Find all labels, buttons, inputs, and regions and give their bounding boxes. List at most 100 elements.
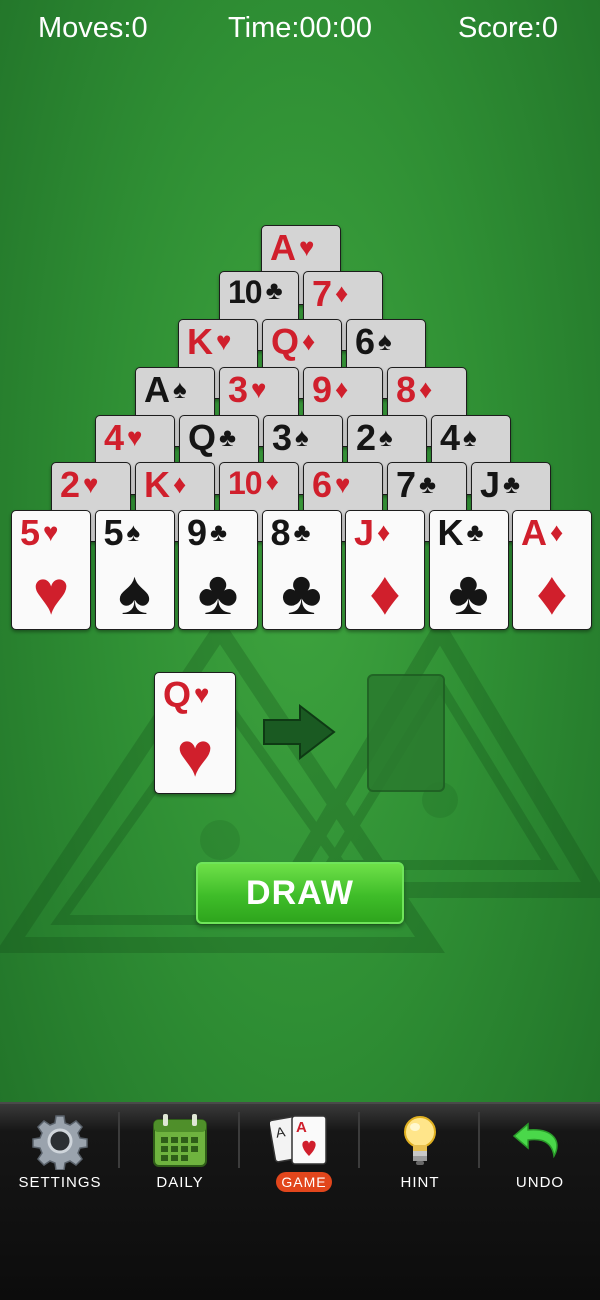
card-corner: 10 ♦	[228, 467, 279, 499]
card-suit: ♥	[299, 232, 314, 262]
card-corner: 2 ♥	[60, 464, 99, 505]
nav-daily-label: DAILY	[156, 1174, 204, 1191]
card-suit: ♥	[216, 326, 231, 356]
card-rank: Q	[271, 321, 299, 362]
card-suit: ♣	[219, 422, 236, 452]
bottom-navigation: SETTINGS DAILY A A GAME HINT UNDO	[0, 1102, 600, 1300]
pyramid-card-open[interactable]: K ♣ ♣	[428, 510, 509, 630]
card-corner: 8 ♦	[396, 369, 432, 410]
card-rank: 6	[355, 321, 375, 362]
nav-settings-label: SETTINGS	[18, 1174, 102, 1191]
card-suit: ♦	[335, 374, 348, 404]
card-corner: 7 ♦	[312, 273, 348, 314]
calendar-icon	[153, 1114, 207, 1167]
card-corner: 4 ♥	[104, 417, 143, 458]
nav-game-label: GAME	[276, 1172, 332, 1192]
card-suit-large: ♦	[369, 559, 401, 628]
card-corner: 10 ♣	[228, 275, 283, 308]
card-suit: ♦	[377, 517, 390, 547]
card-suit: ♠	[173, 374, 187, 404]
card-rank: J	[354, 512, 374, 553]
card-corner: 3 ♥	[228, 369, 267, 410]
card-corner: 3 ♠	[272, 417, 309, 458]
card-suit: ♠	[126, 517, 141, 547]
card-suit: ♦	[335, 278, 348, 308]
nav-undo[interactable]: UNDO	[480, 1108, 600, 1198]
card-rank: 4	[440, 417, 460, 458]
card-rank: 7	[396, 464, 416, 505]
card-corner: Q ♣	[188, 420, 236, 456]
nav-settings[interactable]: SETTINGS	[0, 1108, 120, 1198]
pyramid-card-open[interactable]: 5 ♥ ♥	[11, 510, 91, 630]
card-suit-large: ♠	[118, 559, 151, 628]
card-suit-large: ♥	[32, 559, 70, 628]
card-suit-large: ♣	[197, 559, 239, 628]
pyramid-card-open[interactable]: 9 ♣ ♣	[178, 510, 258, 630]
card-rank: A	[270, 227, 296, 268]
card-rank: 5	[20, 512, 40, 553]
card-suit-large: ♦	[536, 559, 568, 628]
card-suit: ♠	[379, 422, 393, 452]
card-rank: 7	[312, 273, 332, 314]
card-corner: 7 ♣	[396, 464, 436, 505]
card-suit: ♣	[503, 469, 520, 499]
card-suit: ♥	[83, 469, 98, 499]
nav-hint[interactable]: HINT	[360, 1108, 480, 1198]
card-suit-large: ♣	[281, 559, 322, 628]
lightbulb-icon	[404, 1116, 436, 1165]
card-rank: Q	[163, 674, 191, 715]
card-rank: K	[187, 321, 213, 362]
card-suit: ♦	[419, 374, 432, 404]
card-suit: ♥	[127, 422, 142, 452]
draw-button[interactable]: DRAW	[196, 862, 404, 924]
pyramid-card-open[interactable]: A ♦ ♦	[512, 510, 592, 630]
card-suit: ♣	[210, 517, 227, 547]
card-suit: ♠	[463, 422, 477, 452]
card-suit: ♣	[265, 275, 283, 305]
card-corner: 2 ♠	[356, 417, 393, 458]
waste-pile[interactable]	[367, 674, 445, 792]
card-rank: 6	[312, 464, 332, 505]
card-suit: ♥	[251, 374, 266, 404]
nav-undo-label: UNDO	[515, 1174, 565, 1191]
card-rank: 3	[228, 369, 248, 410]
card-suit: ♥	[43, 517, 58, 547]
card-suit-large: ♣	[448, 559, 489, 628]
card-suit: ♣	[466, 517, 484, 547]
card-rank: J	[480, 464, 500, 505]
card-corner: 9 ♦	[312, 369, 348, 410]
card-corner: 8 ♣	[271, 515, 311, 551]
card-corner: K ♦	[144, 464, 186, 505]
card-corner: A ♥	[270, 227, 314, 268]
card-rank: 2	[60, 464, 80, 505]
nav-daily[interactable]: DAILY	[120, 1108, 240, 1198]
card-rank: K	[437, 512, 464, 553]
nav-game[interactable]: A A GAME	[240, 1108, 360, 1198]
card-corner: A ♠	[144, 372, 187, 408]
card-rank: 4	[104, 417, 124, 458]
card-rank: 9	[312, 369, 332, 410]
playing-cards-icon: A A	[270, 1115, 327, 1165]
pyramid-card-open[interactable]: 8 ♣ ♣	[261, 510, 342, 630]
undo-arrow-icon	[512, 1122, 558, 1159]
card-rank: 9	[187, 512, 207, 553]
card-suit: ♣	[419, 469, 436, 499]
card-suit: ♥	[194, 679, 209, 709]
card-rank: 3	[272, 417, 292, 458]
card-suit: ♠	[378, 326, 392, 356]
gear-icon	[32, 1115, 88, 1170]
top-status-bar: Moves:0 Time:00:00 Score:0	[0, 12, 600, 52]
card-corner: 4 ♠	[440, 417, 477, 458]
pyramid-card-open[interactable]: 5 ♠ ♠	[94, 510, 175, 630]
card-suit: ♣	[293, 517, 311, 547]
card-suit: ♠	[295, 422, 309, 452]
card-rank: K	[144, 464, 170, 505]
pyramid-card-open[interactable]: J ♦ ♦	[345, 510, 425, 630]
stock-card[interactable]: Q ♥ ♥	[154, 672, 236, 794]
card-corner: K ♥	[187, 321, 231, 362]
card-corner: 5 ♥	[20, 512, 59, 553]
arrow-right-icon	[263, 704, 336, 760]
card-corner: 6 ♠	[355, 321, 392, 362]
card-rank: 8	[396, 369, 416, 410]
card-rank: 2	[356, 417, 376, 458]
